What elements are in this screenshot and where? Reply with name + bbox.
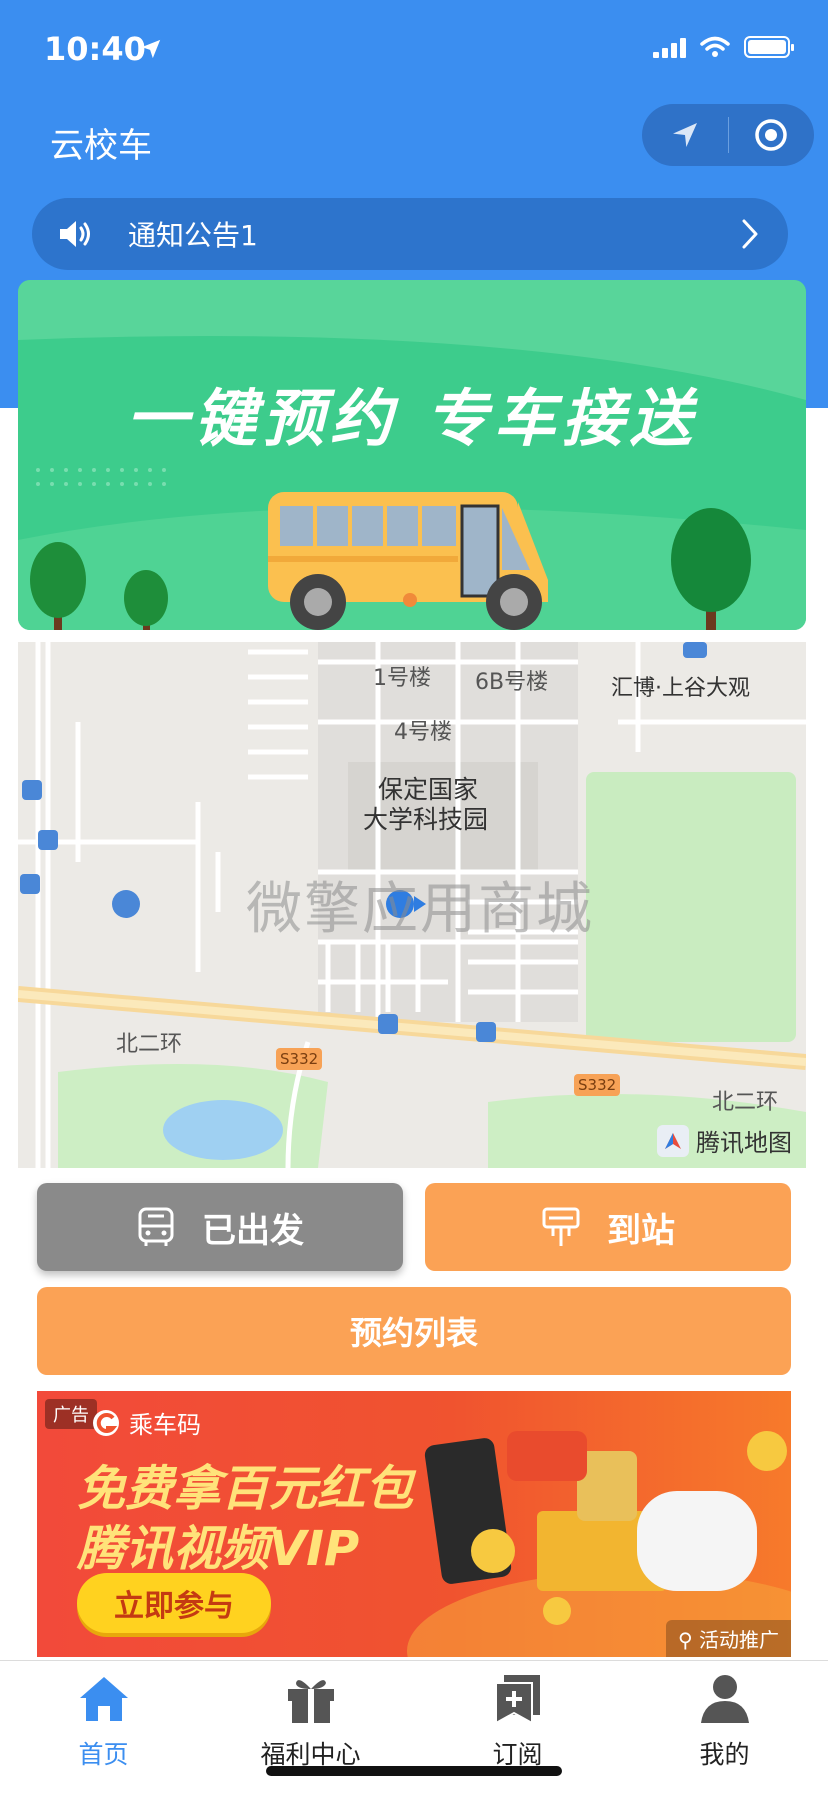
navigation-arrow-icon — [672, 123, 697, 147]
map-label-huibo: 汇博·上谷大观 — [611, 676, 750, 701]
notice-bar[interactable]: 通知公告1 — [32, 198, 788, 270]
map-label-road-right: 北二环 — [712, 1090, 779, 1115]
map-provider-text: 腾讯地图 — [696, 1129, 792, 1157]
banner-title: 一键预约 专车接送 — [126, 382, 698, 455]
speaker-icon — [60, 221, 90, 247]
bookmark-add-icon — [494, 1675, 540, 1725]
departed-button[interactable]: 已出发 — [37, 1183, 403, 1271]
ad-brand: 乘车码 — [91, 1405, 201, 1440]
link-icon: ⚲ — [677, 1628, 693, 1652]
chevron-right-icon — [742, 219, 758, 249]
navigate-button[interactable] — [642, 104, 728, 166]
ad-promo-label: ⚲ 活动推广 — [665, 1620, 791, 1657]
target-circle-icon — [755, 119, 787, 151]
status-indicators — [653, 36, 794, 58]
ad-banner[interactable]: 广告 乘车码 免费拿百元红包 腾讯视频VIP 立即参与 ⚲ 活动推广 — [37, 1391, 791, 1657]
tab-mine-label: 我的 — [699, 1740, 750, 1769]
map-label-building1: 1号楼 — [373, 666, 431, 691]
location-arrow-icon — [141, 39, 161, 59]
promo-banner[interactable]: 一键预约 专车接送 — [18, 280, 806, 630]
brand-logo-icon — [93, 1409, 119, 1436]
map-label-highway2: S332 — [578, 1076, 617, 1094]
watermark-text: 微擎应用商城 — [246, 877, 594, 942]
map-label-park-2: 大学科技园 — [363, 805, 489, 834]
arrived-label: 到站 — [607, 1210, 675, 1251]
notice-text: 通知公告1 — [128, 219, 258, 252]
reservation-list-label: 预约列表 — [349, 1314, 478, 1352]
tab-mine[interactable]: 我的 — [621, 1661, 828, 1793]
departed-label: 已出发 — [202, 1210, 304, 1251]
map-label-highway1: S332 — [280, 1050, 319, 1068]
wifi-icon — [700, 36, 730, 57]
reservation-list-button[interactable]: 预约列表 — [37, 1287, 791, 1375]
ad-tag: 广告 — [45, 1399, 97, 1429]
ad-headline-2: 腾讯视频VIP — [77, 1521, 360, 1577]
mini-program-capsule — [642, 104, 814, 166]
map-label-road-left: 北二环 — [116, 1032, 183, 1057]
user-icon — [700, 1675, 749, 1723]
ad-promo-text: 活动推广 — [699, 1628, 779, 1652]
map-label-building4: 4号楼 — [394, 720, 452, 745]
signal-icon — [653, 36, 686, 58]
tab-home[interactable]: 首页 — [0, 1661, 207, 1793]
close-button[interactable] — [729, 104, 815, 166]
home-indicator — [266, 1766, 562, 1776]
battery-icon — [744, 36, 794, 58]
map-label-building6b: 6B号楼 — [475, 670, 549, 695]
home-icon — [79, 1677, 128, 1721]
ad-cta-button[interactable]: 立即参与 — [77, 1573, 271, 1633]
status-time: 10:40 — [44, 30, 146, 68]
bus-icon — [138, 1207, 174, 1246]
page-title: 云校车 — [50, 126, 152, 166]
map-view[interactable]: 1号楼 6B号楼 4号楼 保定国家 大学科技园 汇博·上谷大观 北二环 北二环 … — [18, 642, 806, 1168]
dots-pattern — [36, 468, 166, 486]
map-provider-logo: 腾讯地图 — [656, 1123, 792, 1158]
arrived-button[interactable]: 到站 — [425, 1183, 791, 1271]
gift-icon — [287, 1680, 334, 1723]
tab-home-label: 首页 — [78, 1740, 129, 1769]
ad-brand-text: 乘车码 — [129, 1411, 201, 1439]
compass-icon — [657, 1124, 689, 1157]
bus-stop-sign-icon — [542, 1207, 580, 1246]
